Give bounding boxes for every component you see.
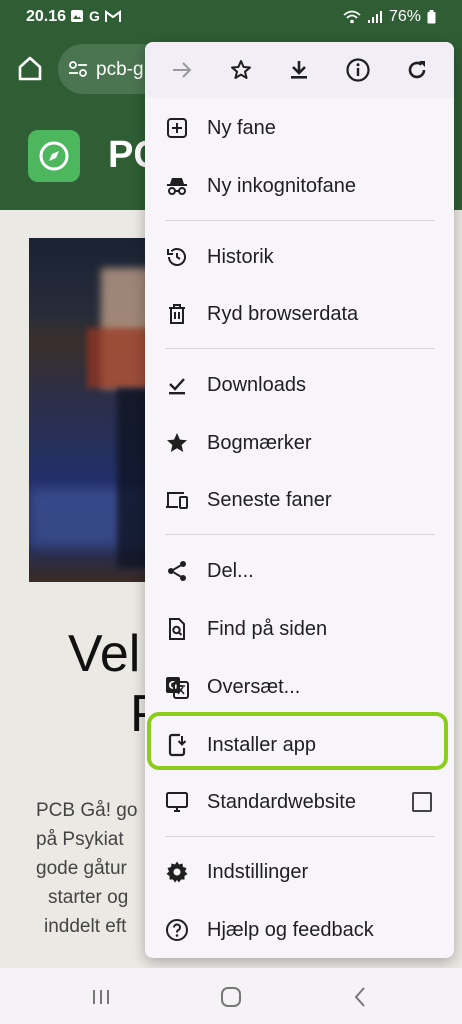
recents-icon[interactable]	[86, 982, 116, 1012]
wifi-icon	[343, 10, 361, 24]
menu-item-recent-tabs[interactable]: Seneste faner	[145, 471, 454, 529]
bookmark-button[interactable]	[221, 50, 261, 90]
bookmark-star-icon	[167, 433, 187, 452]
overflow-menu: Ny fane Ny inkognitofane Historik Ryd br…	[145, 42, 454, 958]
reload-button[interactable]	[397, 50, 437, 90]
menu-item-translate[interactable]: G Oversæt...	[145, 658, 454, 716]
forward-arrow-icon	[173, 62, 192, 78]
menu-item-label: Historik	[207, 245, 274, 268]
download-icon	[291, 61, 308, 79]
menu-item-label: Bogmærker	[207, 431, 312, 454]
menu-item-downloads[interactable]: Downloads	[145, 356, 454, 414]
url-text: pcb-g	[96, 59, 144, 80]
home-circle-icon[interactable]	[216, 982, 246, 1012]
menu-divider	[165, 534, 435, 535]
menu-item-bookmarks[interactable]: Bogmærker	[145, 414, 454, 472]
menu-item-label: Standardwebsite	[207, 790, 356, 813]
system-nav-bar	[0, 968, 462, 1024]
desktop-site-checkbox[interactable]	[412, 792, 432, 812]
incognito-icon	[167, 178, 187, 195]
download-page-button[interactable]	[279, 50, 319, 90]
menu-item-settings[interactable]: Indstillinger	[145, 843, 454, 901]
menu-divider	[165, 836, 435, 837]
new-tab-icon	[167, 118, 187, 138]
status-bar: 20.16 G 76%	[0, 0, 462, 34]
status-time: 20.16	[26, 8, 67, 25]
devices-icon	[166, 492, 188, 509]
menu-item-share[interactable]: Del...	[145, 542, 454, 600]
menu-item-label: Oversæt...	[207, 675, 301, 698]
menu-item-label: Seneste faner	[207, 488, 332, 511]
gmail-icon	[104, 9, 121, 22]
refresh-icon	[408, 61, 425, 79]
menu-item-label: Ryd browserdata	[207, 302, 359, 325]
menu-divider	[165, 220, 435, 221]
menu-item-label: Hjælp og feedback	[207, 918, 374, 941]
menu-item-incognito[interactable]: Ny inkognitofane	[145, 157, 454, 215]
menu-item-new-tab[interactable]: Ny fane	[145, 99, 454, 157]
help-icon	[166, 919, 188, 941]
menu-item-help[interactable]: Hjælp og feedback	[145, 901, 454, 959]
translate-icon: G	[166, 677, 189, 699]
gallery-icon	[71, 10, 83, 22]
menu-item-desktop-site[interactable]: Standardwebsite	[145, 773, 454, 831]
compass-icon	[39, 141, 69, 171]
trash-icon	[169, 304, 185, 324]
site-settings-icon[interactable]	[68, 59, 88, 79]
desktop-icon	[166, 792, 188, 812]
menu-item-label: Indstillinger	[207, 860, 309, 883]
menu-action-row	[145, 42, 454, 98]
downloads-icon	[169, 378, 185, 395]
battery-percent: 76%	[388, 8, 421, 25]
history-icon	[167, 248, 186, 266]
menu-item-find-in-page[interactable]: Find på siden	[145, 600, 454, 658]
settings-gear-icon	[166, 861, 188, 883]
info-icon	[346, 58, 370, 82]
forward-button[interactable]	[162, 50, 202, 90]
share-icon	[168, 561, 186, 581]
menu-item-label: Ny inkognitofane	[207, 174, 356, 197]
menu-item-label: Downloads	[207, 373, 306, 396]
back-chevron-icon[interactable]	[346, 982, 376, 1012]
find-in-page-icon	[169, 618, 185, 640]
menu-item-label: Find på siden	[207, 617, 328, 640]
menu-divider	[165, 348, 435, 349]
home-icon[interactable]	[14, 52, 46, 84]
menu-item-clear-data[interactable]: Ryd browserdata	[145, 285, 454, 343]
svg-text:G: G	[168, 679, 177, 692]
menu-item-history[interactable]: Historik	[145, 228, 454, 286]
app-logo[interactable]	[28, 130, 80, 182]
battery-icon	[427, 10, 436, 24]
menu-item-label: Ny fane	[207, 116, 276, 139]
hero-image	[29, 238, 159, 582]
google-g-icon: G	[89, 8, 100, 24]
menu-item-label: Del...	[207, 559, 254, 582]
install-app-highlight	[147, 712, 448, 770]
page-info-button[interactable]	[338, 50, 378, 90]
signal-icon	[367, 11, 382, 23]
star-icon	[230, 60, 251, 79]
